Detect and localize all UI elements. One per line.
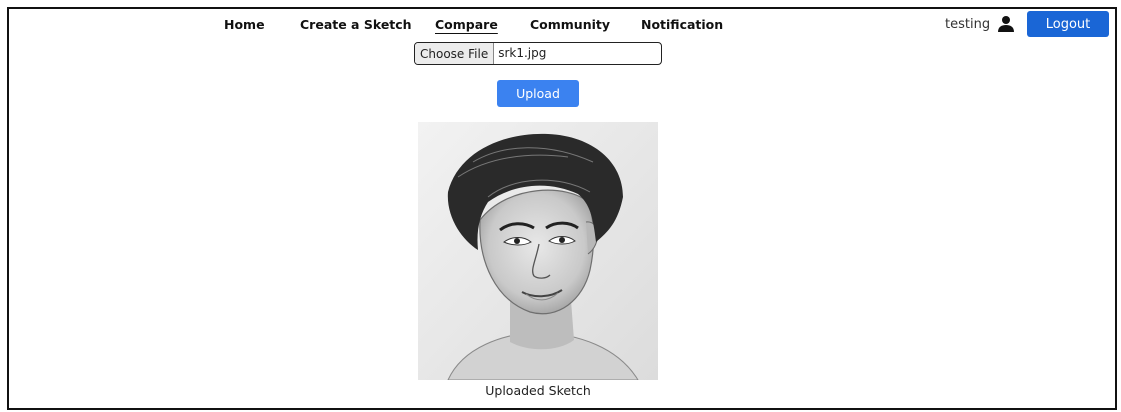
selected-file-name: srk1.jpg: [498, 46, 547, 60]
nav-compare[interactable]: Compare: [435, 17, 498, 32]
username-label: testing: [945, 17, 991, 32]
file-input[interactable]: Choose File srk1.jpg: [414, 42, 662, 65]
choose-file-button[interactable]: Choose File: [415, 43, 495, 64]
nav-home[interactable]: Home: [224, 17, 265, 32]
nav-create-sketch[interactable]: Create a Sketch: [300, 17, 412, 32]
nav-notification[interactable]: Notification: [641, 17, 723, 32]
uploaded-sketch-image: [418, 122, 658, 380]
logout-button[interactable]: Logout: [1027, 11, 1109, 37]
user-icon: [998, 16, 1014, 32]
nav-community[interactable]: Community: [530, 17, 610, 32]
upload-button[interactable]: Upload: [497, 80, 579, 107]
sketch-caption: Uploaded Sketch: [485, 383, 591, 398]
